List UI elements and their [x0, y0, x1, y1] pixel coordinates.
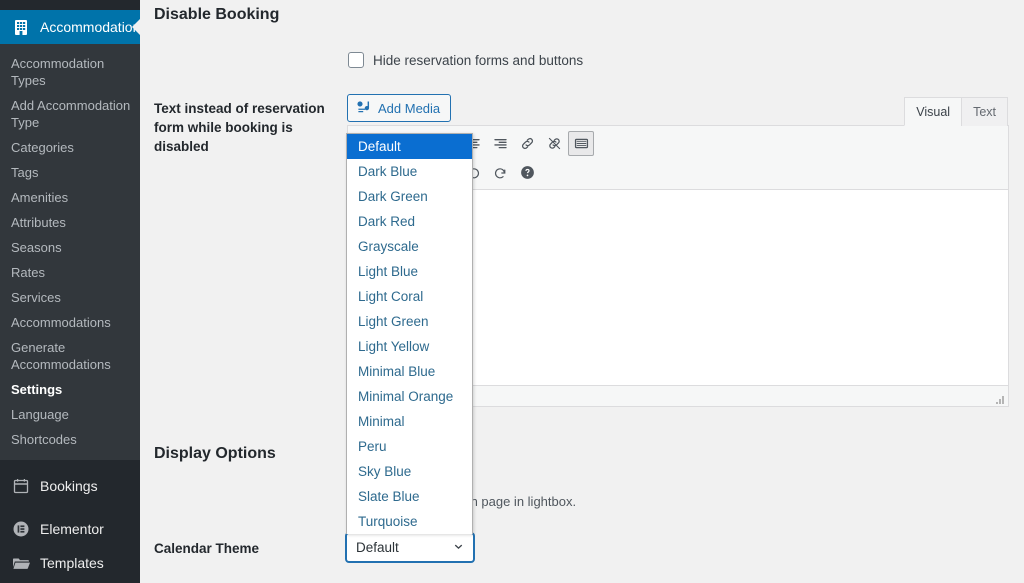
dropdown-option-grayscale[interactable]: Grayscale [347, 234, 472, 259]
add-media-icon [356, 99, 372, 118]
menu-pointer-arrow [132, 19, 140, 35]
dropdown-option-sky-blue[interactable]: Sky Blue [347, 459, 472, 484]
align-right-icon[interactable] [487, 131, 513, 156]
sidebar-subitem-add-accommodation-type[interactable]: Add Accommodation Type [0, 93, 140, 135]
dropdown-option-light-yellow[interactable]: Light Yellow [347, 334, 472, 359]
add-media-label: Add Media [378, 100, 441, 116]
sidebar-subitem-categories[interactable]: Categories [0, 135, 140, 160]
accommodation-submenu: Accommodation Types Add Accommodation Typ… [0, 44, 140, 460]
link-icon[interactable] [514, 131, 540, 156]
sidebar-top-spacer [0, 0, 140, 10]
dropdown-option-minimal-orange[interactable]: Minimal Orange [347, 384, 472, 409]
sidebar-divider [0, 460, 140, 469]
dropdown-option-dark-green[interactable]: Dark Green [347, 184, 472, 209]
dropdown-option-dark-red[interactable]: Dark Red [347, 209, 472, 234]
sidebar-subitem-accommodation-types[interactable]: Accommodation Types [0, 51, 140, 93]
sidebar-subitem-shortcodes[interactable]: Shortcodes [0, 427, 140, 452]
sidebar-lower-menu: BookingsElementorTemplatesAppearance [0, 469, 140, 583]
sidebar-subitem-settings[interactable]: Settings [0, 377, 140, 402]
dropdown-option-minimal-blue[interactable]: Minimal Blue [347, 359, 472, 384]
dropdown-option-peru[interactable]: Peru [347, 434, 472, 459]
hide-forms-checkbox-row[interactable]: Hide reservation forms and buttons [348, 52, 583, 68]
sidebar-item-label: Accommodation [40, 19, 140, 35]
sidebar-subitem-amenities[interactable]: Amenities [0, 185, 140, 210]
sidebar-item-accommodation[interactable]: Accommodation [0, 10, 140, 44]
sidebar-divider [0, 503, 140, 512]
redo-icon[interactable] [487, 160, 513, 185]
calendar-theme-dropdown-list[interactable]: Default Dark Blue Dark Green Dark Red Graysc… [346, 133, 473, 534]
calendar-theme-selected-value: Default [356, 540, 399, 555]
sidebar-subitem-rates[interactable]: Rates [0, 260, 140, 285]
sidebar-item-label: Elementor [40, 521, 104, 537]
sidebar-subitem-seasons[interactable]: Seasons [0, 235, 140, 260]
editor-resize-handle[interactable] [994, 393, 1006, 405]
tab-visual[interactable]: Visual [904, 97, 963, 126]
dropdown-option-light-green[interactable]: Light Green [347, 309, 472, 334]
chevron-down-icon [452, 540, 465, 556]
hide-forms-checkbox-label: Hide reservation forms and buttons [373, 52, 584, 68]
dropdown-option-minimal[interactable]: Minimal [347, 409, 472, 434]
sidebar-item-bookings[interactable]: Bookings [0, 469, 140, 503]
sidebar-subitem-generate-accommodations[interactable]: Generate Accommodations [0, 335, 140, 377]
dropdown-option-light-coral[interactable]: Light Coral [347, 284, 472, 309]
add-media-button[interactable]: Add Media [347, 94, 452, 122]
sidebar-item-label: Templates [40, 555, 104, 571]
wordpress-admin-screen: Accommodation Accommodation Types Add Acc… [0, 0, 1024, 583]
sidebar-item-templates[interactable]: Templates [0, 546, 140, 580]
building-icon [11, 17, 31, 37]
toolbar-toggle-icon[interactable] [568, 131, 594, 156]
help-icon[interactable] [514, 160, 540, 185]
sidebar-subitem-attributes[interactable]: Attributes [0, 210, 140, 235]
text-instead-label: Text instead of reservation form while b… [154, 101, 325, 154]
editor-mode-tabs: Visual Text [904, 97, 1008, 126]
sidebar-subitem-services[interactable]: Services [0, 285, 140, 310]
sidebar-item-elementor[interactable]: Elementor [0, 512, 140, 546]
tab-text[interactable]: Text [961, 97, 1008, 126]
sidebar-subitem-tags[interactable]: Tags [0, 160, 140, 185]
sidebar-subitem-language[interactable]: Language [0, 402, 140, 427]
calendar-theme-label: Calendar Theme [154, 541, 260, 556]
calendar-icon [11, 476, 31, 496]
section-title-display-options: Display Options [154, 445, 276, 462]
dropdown-option-turquoise[interactable]: Turquoise [347, 509, 472, 534]
folder-icon [11, 553, 31, 573]
elementor-icon [11, 519, 31, 539]
dropdown-option-slate-blue[interactable]: Slate Blue [347, 484, 472, 509]
dropdown-option-default[interactable]: Default [347, 134, 472, 159]
dropdown-option-light-blue[interactable]: Light Blue [347, 259, 472, 284]
dropdown-option-dark-blue[interactable]: Dark Blue [347, 159, 472, 184]
hide-forms-checkbox[interactable] [348, 52, 364, 68]
unlink-icon[interactable] [541, 131, 567, 156]
section-title-disable-booking: Disable Booking [154, 6, 280, 23]
calendar-theme-select[interactable]: Default [346, 533, 474, 562]
settings-content: Disable Booking Hide reservation forms a… [140, 0, 1024, 583]
sidebar-subitem-accommodations[interactable]: Accommodations [0, 310, 140, 335]
sidebar-item-label: Bookings [40, 478, 98, 494]
admin-sidebar: Accommodation Accommodation Types Add Acc… [0, 0, 140, 583]
